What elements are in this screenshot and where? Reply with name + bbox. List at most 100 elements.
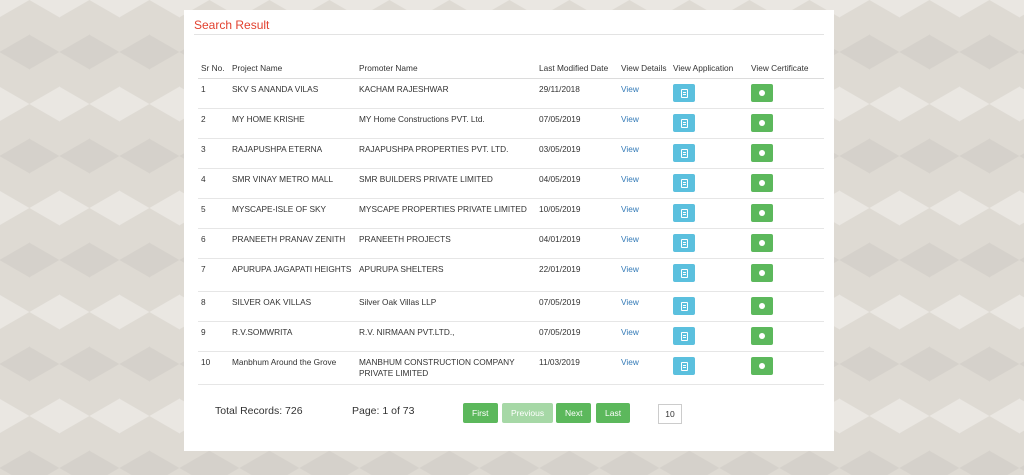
view-application-cell	[670, 228, 748, 259]
view-application-button[interactable]	[673, 144, 695, 162]
header-sr-no: Sr No.	[198, 46, 229, 79]
view-application-button[interactable]	[673, 357, 695, 375]
last-modified-cell: 29/11/2018	[536, 78, 618, 109]
table-row: 9 R.V.SOMWRITA R.V. NIRMAAN PVT.LTD., 07/05…	[198, 321, 824, 352]
view-certificate-cell	[748, 138, 824, 169]
sr-no-cell: 4	[198, 168, 229, 199]
sr-no-cell: 8	[198, 291, 229, 322]
sr-no-cell: 6	[198, 228, 229, 259]
table-row: 2 MY HOME KRISHE MY Home Constructions PVT…	[198, 108, 824, 139]
next-page-button[interactable]: Next	[556, 403, 592, 423]
view-certificate-button[interactable]	[751, 114, 773, 132]
certificate-icon	[759, 210, 765, 216]
view-details-link[interactable]: View	[621, 357, 639, 367]
view-application-button[interactable]	[673, 234, 695, 252]
view-application-button[interactable]	[673, 84, 695, 102]
table-row: 5 MYSCAPE-ISLE OF SKY MYSCAPE PROPERTIES P…	[198, 198, 824, 229]
page-size-select[interactable]: 10	[658, 404, 682, 424]
total-records: Total Records: 726	[215, 405, 303, 417]
promoter-name-cell: Silver Oak Villas LLP	[356, 291, 536, 322]
view-details-cell: View	[618, 321, 670, 352]
view-application-button[interactable]	[673, 204, 695, 222]
table-row: 10 Manbhum Around the Grove MANBHUM CONSTR…	[198, 351, 824, 385]
view-certificate-cell	[748, 198, 824, 229]
header-view-certificate: View Certificate	[748, 46, 824, 79]
last-modified-cell: 04/05/2019	[536, 168, 618, 199]
view-certificate-button[interactable]	[751, 327, 773, 345]
header-view-application: View Application	[670, 46, 748, 79]
view-certificate-button[interactable]	[751, 357, 773, 375]
project-name-cell: SILVER OAK VILLAS	[229, 291, 356, 322]
header-promoter-name: Promoter Name	[356, 46, 536, 79]
document-icon	[680, 268, 688, 278]
header-view-details: View Details	[618, 46, 670, 79]
view-details-link[interactable]: View	[621, 114, 639, 124]
table-row: 4 SMR VINAY METRO MALL SMR BUILDERS PRIVAT…	[198, 168, 824, 199]
view-certificate-button[interactable]	[751, 234, 773, 252]
certificate-icon	[759, 333, 765, 339]
view-application-cell	[670, 321, 748, 352]
last-modified-cell: 11/03/2019	[536, 351, 618, 385]
last-modified-cell: 10/05/2019	[536, 198, 618, 229]
view-certificate-button[interactable]	[751, 144, 773, 162]
first-page-button[interactable]: First	[463, 403, 498, 423]
promoter-name-cell: R.V. NIRMAAN PVT.LTD.,	[356, 321, 536, 352]
certificate-icon	[759, 180, 765, 186]
view-details-cell: View	[618, 228, 670, 259]
view-details-link[interactable]: View	[621, 264, 639, 274]
sr-no-cell: 2	[198, 108, 229, 139]
view-details-link[interactable]: View	[621, 327, 639, 337]
panel-title: Search Result	[194, 18, 270, 32]
view-certificate-button[interactable]	[751, 297, 773, 315]
last-modified-cell: 07/05/2019	[536, 291, 618, 322]
last-modified-cell: 04/01/2019	[536, 228, 618, 259]
certificate-icon	[759, 363, 765, 369]
results-table: Sr No. Project Name Promoter Name Last M…	[198, 46, 824, 385]
view-details-link[interactable]: View	[621, 204, 639, 214]
view-certificate-cell	[748, 321, 824, 352]
view-certificate-button[interactable]	[751, 264, 773, 282]
project-name-cell: APURUPA JAGAPATI HEIGHTS	[229, 258, 356, 292]
view-application-button[interactable]	[673, 114, 695, 132]
view-application-cell	[670, 138, 748, 169]
promoter-name-cell: MANBHUM CONSTRUCTION COMPANY PRIVATE LIM…	[356, 351, 536, 385]
document-icon	[680, 208, 688, 218]
view-details-link[interactable]: View	[621, 297, 639, 307]
view-application-button[interactable]	[673, 174, 695, 192]
view-certificate-cell	[748, 78, 824, 109]
view-certificate-button[interactable]	[751, 84, 773, 102]
view-application-cell	[670, 108, 748, 139]
view-details-link[interactable]: View	[621, 174, 639, 184]
project-name-cell: MY HOME KRISHE	[229, 108, 356, 139]
view-details-link[interactable]: View	[621, 144, 639, 154]
view-application-button[interactable]	[673, 327, 695, 345]
sr-no-cell: 10	[198, 351, 229, 385]
view-certificate-button[interactable]	[751, 174, 773, 192]
view-certificate-button[interactable]	[751, 204, 773, 222]
promoter-name-cell: KACHAM RAJESHWAR	[356, 78, 536, 109]
view-details-link[interactable]: View	[621, 84, 639, 94]
view-certificate-cell	[748, 291, 824, 322]
last-page-button[interactable]: Last	[596, 403, 631, 423]
sr-no-cell: 5	[198, 198, 229, 229]
view-application-cell	[670, 351, 748, 385]
view-application-button[interactable]	[673, 297, 695, 315]
document-icon	[680, 118, 688, 128]
project-name-cell: RAJAPUSHPA ETERNA	[229, 138, 356, 169]
promoter-name-cell: APURUPA SHELTERS	[356, 258, 536, 292]
view-details-cell: View	[618, 351, 670, 385]
view-certificate-cell	[748, 108, 824, 139]
certificate-icon	[759, 270, 765, 276]
previous-page-button[interactable]: Previous	[502, 403, 554, 423]
project-name-cell: PRANEETH PRANAV ZENITH	[229, 228, 356, 259]
view-application-cell	[670, 291, 748, 322]
certificate-icon	[759, 120, 765, 126]
last-modified-cell: 07/05/2019	[536, 108, 618, 139]
view-application-button[interactable]	[673, 264, 695, 282]
view-details-cell: View	[618, 291, 670, 322]
table-row: 8 SILVER OAK VILLAS Silver Oak Villas LLP 0…	[198, 291, 824, 322]
document-icon	[680, 178, 688, 188]
view-details-link[interactable]: View	[621, 234, 639, 244]
view-details-cell: View	[618, 78, 670, 109]
project-name-cell: Manbhum Around the Grove	[229, 351, 356, 385]
